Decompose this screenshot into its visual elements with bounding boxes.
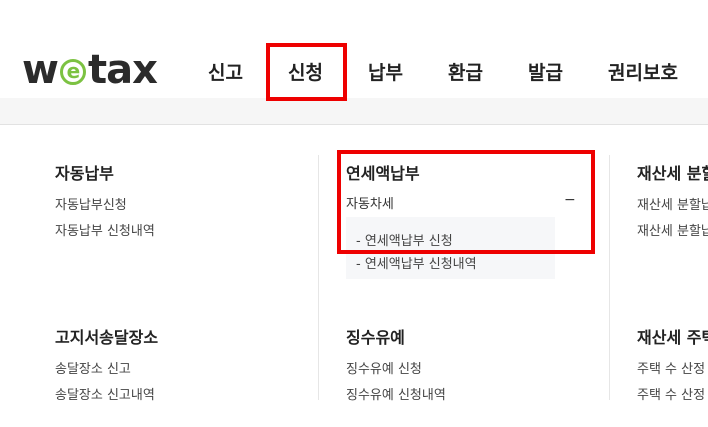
link-property-installment[interactable]: 재산세 분할납 — [637, 194, 708, 213]
group-title-property-housing: 재산세 주택 — [637, 328, 708, 347]
link-delivery-history[interactable]: 송달장소 신고내역 — [55, 384, 155, 403]
wetax-logo[interactable]: w e tax — [22, 47, 158, 93]
nav-refund[interactable]: 환급 — [448, 58, 483, 85]
sublink-annual-payment-history[interactable]: - 연세액납부 신청내역 — [356, 253, 477, 272]
link-delivery-report[interactable]: 송달장소 신고 — [55, 358, 131, 377]
column-divider — [609, 155, 610, 400]
link-deferral-history[interactable]: 징수유예 신청내역 — [346, 384, 446, 403]
nav-apply[interactable]: 신청 — [288, 58, 323, 85]
link-auto-payment-history[interactable]: 자동납부 신청내역 — [55, 220, 155, 239]
link-housing-count-history[interactable]: 주택 수 산정 — [637, 384, 705, 403]
site-header: w e tax 신고 신청 납부 환급 발급 권리보호 — [0, 0, 708, 125]
nav-report[interactable]: 신고 — [208, 58, 243, 85]
link-auto-payment-apply[interactable]: 자동납부신청 — [55, 194, 127, 213]
link-housing-count[interactable]: 주택 수 산정 — [637, 358, 705, 377]
group-title-bill-delivery: 고지서송달장소 — [55, 328, 159, 347]
collapse-icon[interactable]: − — [564, 192, 576, 208]
link-deferral-apply[interactable]: 징수유예 신청 — [346, 358, 422, 377]
nav-payment[interactable]: 납부 — [368, 58, 403, 85]
sublink-annual-payment-apply[interactable]: - 연세액납부 신청 — [356, 230, 453, 249]
group-title-annual-payment: 연세액납부 — [346, 164, 420, 183]
logo-e-mark: e — [59, 59, 86, 85]
group-title-deferral: 징수유예 — [346, 328, 405, 347]
link-property-installment-history[interactable]: 재산세 분할납 — [637, 220, 708, 239]
group-title-property-installment: 재산세 분할 — [637, 164, 708, 183]
group-title-auto-payment: 자동납부 — [55, 164, 114, 183]
nav-issue[interactable]: 발급 — [528, 58, 563, 85]
nav-rights-protection[interactable]: 권리보호 — [608, 58, 678, 85]
column-divider — [318, 155, 319, 400]
link-vehicle-tax[interactable]: 자동차세 — [346, 193, 394, 212]
